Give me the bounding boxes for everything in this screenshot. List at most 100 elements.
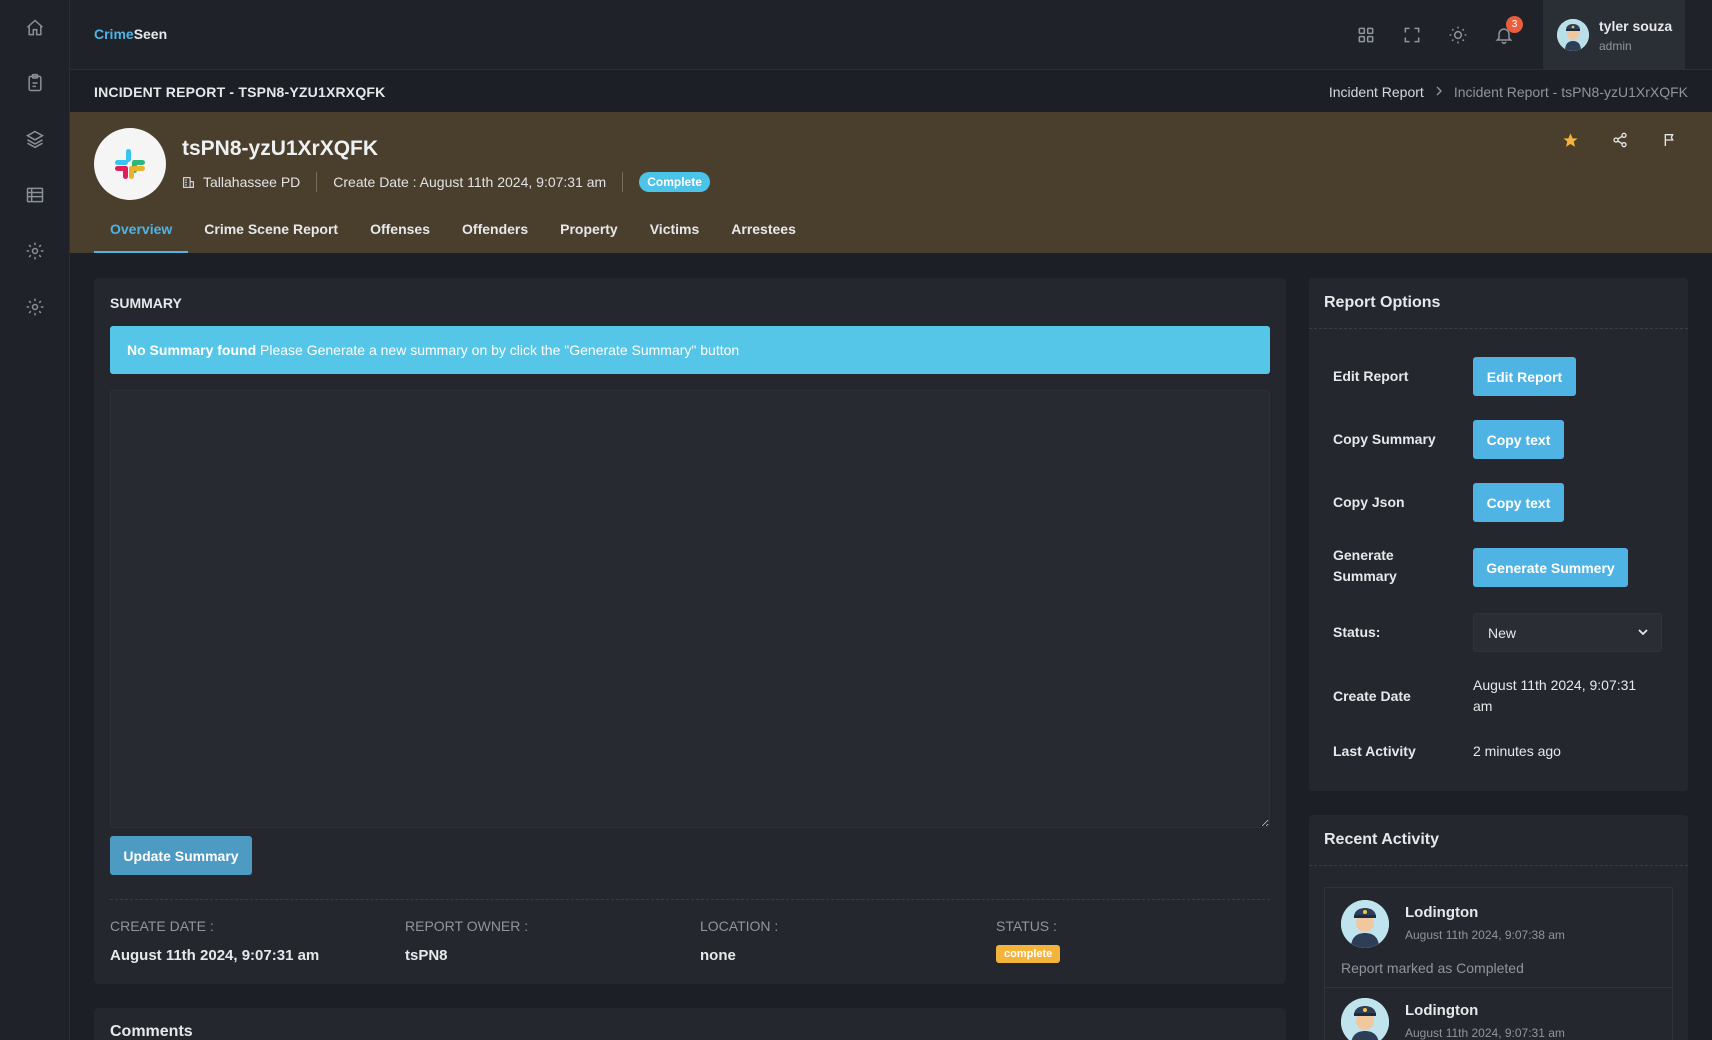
share-icon[interactable] <box>1610 130 1630 150</box>
clipboard-icon[interactable] <box>23 71 47 95</box>
value-line: August 11th 2024, 9:07:31 <box>1473 677 1637 693</box>
stat-label: LOCATION : <box>700 918 779 934</box>
status-badge: Complete <box>639 172 710 192</box>
copy-json-label: Copy Json <box>1333 494 1405 510</box>
last-activity-value: 2 minutes ago <box>1473 743 1561 759</box>
update-summary-button[interactable]: Update Summary <box>110 836 252 875</box>
label-line: Summary <box>1333 568 1397 584</box>
stat-create-date: CREATE DATE : August 11th 2024, 9:07:31 … <box>110 918 319 964</box>
breadcrumb-parent[interactable]: Incident Report <box>1329 84 1424 100</box>
report-tabs: Overview Crime Scene Report Offenses Off… <box>94 219 812 253</box>
copy-summary-button[interactable]: Copy text <box>1473 420 1564 459</box>
meta-divider <box>622 172 624 192</box>
tab-offenders[interactable]: Offenders <box>446 219 544 253</box>
status-select-value: New <box>1488 625 1517 641</box>
label-line: Generate <box>1333 547 1394 563</box>
page-title-bar: INCIDENT REPORT - TSPN8-YZU1XRXQFK Incid… <box>70 70 1712 112</box>
tab-victims[interactable]: Victims <box>634 219 716 253</box>
create-date-value: August 11th 2024, 9:07:31 am <box>1473 675 1636 717</box>
avatar <box>1341 998 1389 1040</box>
avatar <box>1557 19 1589 51</box>
chevron-right-icon <box>1434 85 1444 99</box>
recent-activity-card: Recent Activity Lodington August 11th 20… <box>1309 815 1688 1040</box>
edit-report-button[interactable]: Edit Report <box>1473 357 1576 396</box>
status-select[interactable]: New <box>1473 613 1662 652</box>
agency-name: Tallahassee PD <box>203 174 301 190</box>
comments-card: Comments <box>94 1008 1286 1040</box>
status-badge: complete <box>996 945 1061 963</box>
divider <box>110 899 1270 900</box>
stat-value: August 11th 2024, 9:07:31 am <box>110 947 320 964</box>
copy-summary-label: Copy Summary <box>1333 431 1436 447</box>
flag-icon[interactable] <box>1660 130 1680 150</box>
meta-divider <box>316 172 318 192</box>
activity-time: August 11th 2024, 9:07:38 am <box>1405 928 1565 942</box>
chevron-down-icon <box>1637 625 1649 641</box>
brand-part-2: Seen <box>133 26 168 42</box>
stat-value: none <box>700 947 736 964</box>
list-icon[interactable] <box>23 183 47 207</box>
report-actions <box>1560 130 1680 150</box>
tab-offenses[interactable]: Offenses <box>354 219 446 253</box>
breadcrumb: Incident Report Incident Report - tsPN8-… <box>1329 84 1688 100</box>
gear-icon[interactable] <box>23 295 47 319</box>
slack-logo-icon <box>94 128 166 200</box>
avatar <box>1341 900 1389 948</box>
alert-title: No Summary found <box>127 342 257 358</box>
gear-icon[interactable] <box>23 239 47 263</box>
stat-label: REPORT OWNER : <box>405 918 529 934</box>
sidebar <box>0 0 70 1040</box>
report-meta: Tallahassee PD Create Date : August 11th… <box>182 172 710 192</box>
star-icon[interactable] <box>1560 130 1580 150</box>
recent-activity-heading: Recent Activity <box>1324 831 1439 848</box>
activity-text: Report marked as Completed <box>1341 960 1524 976</box>
stat-label: STATUS : <box>996 918 1057 934</box>
brand-part-1: Crime <box>94 26 134 42</box>
alert-message: Please Generate a new summary on by clic… <box>256 342 740 358</box>
last-activity-label: Last Activity <box>1333 743 1416 759</box>
brand-logo[interactable]: CrimeSeen <box>94 26 167 42</box>
notification-badge: 3 <box>1506 16 1523 33</box>
bell-icon[interactable]: 3 <box>1492 16 1523 47</box>
summary-textarea[interactable] <box>110 390 1270 828</box>
top-bar: CrimeSeen 3 tyler souza admin <box>70 0 1712 70</box>
generate-summary-button[interactable]: Generate Summery <box>1473 548 1628 587</box>
create-date-label: Create Date <box>1333 688 1411 704</box>
summary-card: SUMMARY No Summary found Please Generate… <box>94 278 1286 984</box>
no-summary-alert: No Summary found Please Generate a new s… <box>110 326 1270 374</box>
activity-user: Lodington <box>1405 904 1479 921</box>
copy-json-button[interactable]: Copy text <box>1473 483 1564 522</box>
tab-arrestees[interactable]: Arrestees <box>715 219 812 253</box>
stat-location: LOCATION : none <box>700 918 778 964</box>
generate-summary-label: Generate Summary <box>1333 545 1397 587</box>
user-menu[interactable]: tyler souza admin <box>1543 0 1685 70</box>
value-line: am <box>1473 698 1493 714</box>
user-role: admin <box>1599 39 1632 53</box>
divider <box>1309 865 1688 866</box>
report-header: tsPN8-yzU1XrXQFK Tallahassee PD Create D… <box>70 112 1712 253</box>
summary-heading: SUMMARY <box>110 295 182 311</box>
user-name: tyler souza <box>1599 18 1673 34</box>
tab-crime-scene-report[interactable]: Crime Scene Report <box>188 219 354 253</box>
activity-item: Lodington August 11th 2024, 9:07:31 am <box>1324 987 1673 1040</box>
activity-item: Lodington August 11th 2024, 9:07:38 am R… <box>1324 887 1673 988</box>
home-icon[interactable] <box>23 16 47 40</box>
edit-report-label: Edit Report <box>1333 368 1409 384</box>
report-id: tsPN8-yzU1XrXQFK <box>182 137 379 160</box>
sun-icon[interactable] <box>1446 23 1470 47</box>
tab-property[interactable]: Property <box>544 219 634 253</box>
stat-value: tsPN8 <box>405 947 448 964</box>
comments-heading: Comments <box>110 1023 193 1040</box>
create-date: Create Date : August 11th 2024, 9:07:31 … <box>333 174 607 190</box>
page-title: INCIDENT REPORT - TSPN8-YZU1XRXQFK <box>94 84 386 100</box>
apps-grid-icon[interactable] <box>1354 23 1378 47</box>
tab-overview[interactable]: Overview <box>94 219 189 253</box>
status-label: Status: <box>1333 624 1381 640</box>
breadcrumb-current: Incident Report - tsPN8-yzU1XrXQFK <box>1453 84 1688 100</box>
fullscreen-icon[interactable] <box>1400 23 1424 47</box>
report-options-card: Report Options Edit Report Edit Report C… <box>1309 278 1688 791</box>
divider <box>1309 328 1688 329</box>
layers-icon[interactable] <box>23 127 47 151</box>
stat-status: STATUS : complete <box>996 918 1061 963</box>
report-options-heading: Report Options <box>1324 294 1441 311</box>
